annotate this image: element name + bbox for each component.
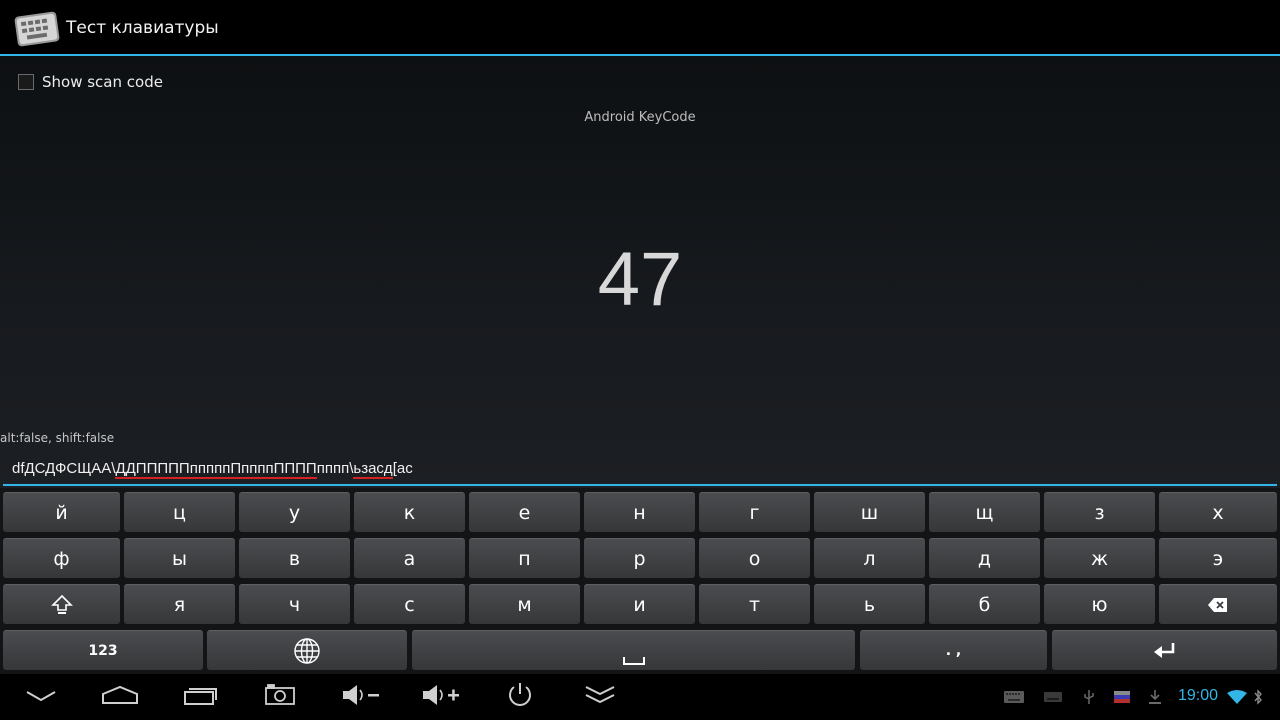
key-row1-2[interactable]: ц xyxy=(124,492,235,532)
key-row3-2[interactable]: ч xyxy=(239,584,350,624)
keycode-value: 47 xyxy=(597,237,683,322)
punctuation-key[interactable]: . , xyxy=(860,630,1047,670)
key-row3-6[interactable]: т xyxy=(699,584,810,624)
key-row3-5[interactable]: и xyxy=(584,584,695,624)
hide-keyboard-button[interactable] xyxy=(16,680,66,714)
show-scan-code-checkbox[interactable] xyxy=(18,74,34,90)
home-button[interactable] xyxy=(95,680,145,714)
volume-down-button[interactable] xyxy=(336,680,386,714)
key-row1-6[interactable]: н xyxy=(584,492,695,532)
double-chevron-down-icon xyxy=(584,684,616,710)
recent-apps-icon xyxy=(183,684,219,710)
space-icon xyxy=(622,656,645,665)
key-row2-8[interactable]: л xyxy=(814,538,925,578)
test-input-field[interactable]: dfДСДФСЩАА\ДДПППППпппппПппппППППпппп\ьза… xyxy=(3,454,1277,486)
main-content: Show scan code Android KeyCode 47 alt:fa… xyxy=(0,56,1280,488)
shift-key[interactable] xyxy=(3,584,120,624)
bluetooth-icon xyxy=(1253,689,1263,705)
action-bar: Тест клавиатуры xyxy=(0,0,1280,56)
input-underline xyxy=(3,484,1277,486)
key-row3-3[interactable]: с xyxy=(354,584,465,624)
input-text: dfДСДФСЩАА\ДДПППППпппппПппппППППпппп\ьза… xyxy=(12,460,413,479)
recent-apps-button[interactable] xyxy=(176,680,226,714)
key-row2-9[interactable]: д xyxy=(929,538,1040,578)
wifi-icon xyxy=(1227,690,1247,704)
app-title: Тест клавиатуры xyxy=(66,18,219,38)
key-row2-5[interactable]: п xyxy=(469,538,580,578)
volume-up-button[interactable] xyxy=(416,680,466,714)
key-row1-10[interactable]: з xyxy=(1044,492,1155,532)
key-row1-4[interactable]: к xyxy=(354,492,465,532)
status-clock: 19:00 xyxy=(1178,687,1219,704)
usb-icon xyxy=(1082,690,1096,704)
key-row1-11[interactable]: х xyxy=(1159,492,1277,532)
key-row3-1[interactable]: я xyxy=(124,584,235,624)
keyboard-icon xyxy=(14,8,60,48)
show-scan-code-label: Show scan code xyxy=(42,73,163,91)
key-row2-7[interactable]: о xyxy=(699,538,810,578)
navigation-bar: 19:00 xyxy=(0,674,1280,720)
key-row1-5[interactable]: е xyxy=(469,492,580,532)
key-row2-1[interactable]: ф xyxy=(3,538,120,578)
camera-icon xyxy=(264,684,296,710)
key-row3-7[interactable]: ь xyxy=(814,584,925,624)
collapse-button[interactable] xyxy=(575,680,625,714)
key-row2-4[interactable]: а xyxy=(354,538,465,578)
key-row1-1[interactable]: й xyxy=(3,492,120,532)
enter-icon xyxy=(1153,642,1177,660)
key-row2-2[interactable]: ы xyxy=(124,538,235,578)
key-row2-10[interactable]: ж xyxy=(1044,538,1155,578)
symbols-key[interactable]: 123 xyxy=(3,630,203,670)
volume-down-icon xyxy=(341,684,381,710)
key-row3-8[interactable]: б xyxy=(929,584,1040,624)
language-key[interactable] xyxy=(207,630,407,670)
key-row3-4[interactable]: м xyxy=(469,584,580,624)
backspace-key[interactable] xyxy=(1159,584,1277,624)
key-row3-9[interactable]: ю xyxy=(1044,584,1155,624)
power-button[interactable] xyxy=(495,680,545,714)
home-icon xyxy=(101,685,139,709)
key-row1-8[interactable]: ш xyxy=(814,492,925,532)
screenshot-button[interactable] xyxy=(255,680,305,714)
chevron-down-icon xyxy=(25,688,57,707)
key-row1-3[interactable]: у xyxy=(239,492,350,532)
key-row2-6[interactable]: р xyxy=(584,538,695,578)
backspace-icon xyxy=(1207,597,1229,613)
language-flag-icon xyxy=(1114,690,1130,704)
download-icon xyxy=(1148,690,1162,704)
power-icon xyxy=(506,681,534,713)
space-key[interactable] xyxy=(412,630,855,670)
key-row1-7[interactable]: г xyxy=(699,492,810,532)
keyboard-status-icon xyxy=(1004,690,1024,704)
enter-key[interactable] xyxy=(1052,630,1277,670)
volume-up-icon xyxy=(421,684,461,710)
key-row2-11[interactable]: э xyxy=(1159,538,1277,578)
soft-keyboard: йцукенгшщзх фывапролджэ ячсмитьбю 123 . … xyxy=(0,488,1280,674)
input-method-icon xyxy=(1044,690,1062,704)
shift-icon xyxy=(50,594,73,616)
modifier-status: alt:false, shift:false xyxy=(0,431,115,445)
key-row2-3[interactable]: в xyxy=(239,538,350,578)
keycode-title: Android KeyCode xyxy=(584,110,696,125)
globe-icon xyxy=(293,637,321,665)
key-row1-9[interactable]: щ xyxy=(929,492,1040,532)
